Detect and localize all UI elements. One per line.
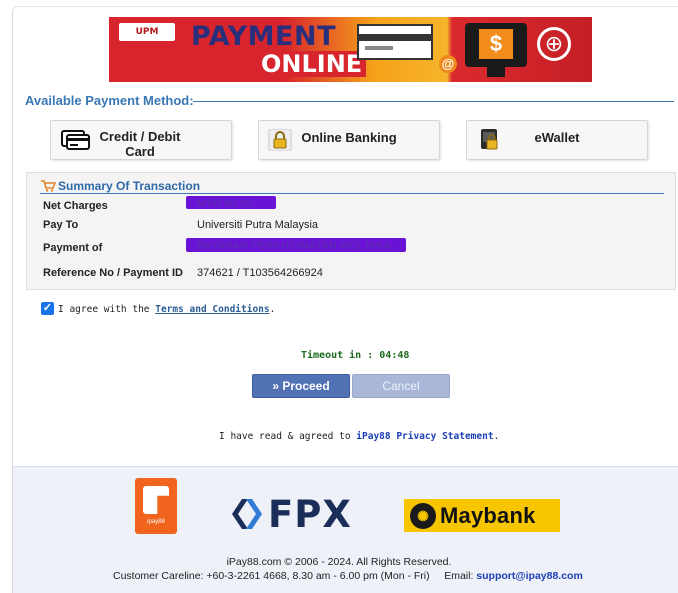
customer-careline: Customer Careline: +60-3-2261 4668, 8.30… bbox=[113, 570, 583, 582]
payment-online-banner: UPM PAYMENT ONLINE @ $ ⊕ bbox=[109, 17, 592, 82]
privacy-link[interactable]: iPay88 Privacy Statement bbox=[356, 431, 493, 442]
available-payment-method-heading: Available Payment Method: bbox=[25, 93, 194, 108]
globe-icon: ⊕ bbox=[537, 27, 571, 61]
credit-debit-card-button[interactable]: Credit / Debit Card bbox=[50, 120, 232, 160]
credit-debit-card-label-line2: Card bbox=[125, 144, 155, 159]
fpx-logo: FPX bbox=[230, 492, 352, 536]
privacy-prefix: I have read & agreed to bbox=[219, 431, 357, 442]
email-label: Email: bbox=[444, 570, 477, 582]
online-banking-button[interactable]: Online Banking bbox=[258, 120, 440, 160]
reference-label: Reference No / Payment ID bbox=[43, 267, 183, 279]
reference-value: 374621 / T103564266924 bbox=[197, 267, 323, 279]
ipay88-logo-label: ipay88 bbox=[147, 519, 165, 525]
heading-divider bbox=[193, 101, 674, 102]
summary-divider bbox=[40, 193, 664, 194]
ipay88-logo: ipay88 bbox=[135, 478, 177, 534]
credit-card-graphic bbox=[357, 24, 433, 60]
net-charges-value: MYR 80.00 bbox=[197, 198, 253, 210]
pay-to-label: Pay To bbox=[43, 219, 79, 231]
terms-link[interactable]: Terms and Conditions bbox=[155, 304, 269, 315]
maybank-wordmark: Maybank bbox=[440, 502, 536, 528]
maybank-tiger-icon: ✺ bbox=[410, 502, 436, 529]
agree-suffix: . bbox=[269, 304, 276, 315]
monitor-stand bbox=[487, 67, 505, 77]
timeout-label: Timeout in : bbox=[301, 350, 380, 361]
cancel-button[interactable]: Cancel bbox=[352, 374, 450, 398]
privacy-statement-text: I have read & agreed to iPay88 Privacy S… bbox=[219, 431, 499, 442]
proceed-button[interactable]: » Proceed bbox=[252, 374, 350, 398]
credit-card-icon bbox=[61, 130, 90, 150]
wallet-icon bbox=[481, 129, 498, 150]
upm-logo: UPM bbox=[119, 23, 175, 41]
careline-text: Customer Careline: +60-3-2261 4668, 8.30… bbox=[113, 570, 430, 582]
maybank-logo: ✺ Maybank bbox=[404, 499, 560, 532]
monitor-icon: $ bbox=[465, 23, 527, 67]
privacy-suffix: . bbox=[493, 431, 500, 442]
banner-title-line2: ONLINE bbox=[257, 51, 367, 77]
timeout-text: Timeout in : 04:48 bbox=[301, 350, 409, 361]
copyright-text: iPay88.com © 2006 - 2024. All Rights Res… bbox=[226, 556, 452, 568]
ewallet-label: eWallet bbox=[534, 130, 580, 145]
timeout-value: 04:48 bbox=[379, 350, 410, 361]
online-banking-label: Online Banking bbox=[301, 130, 397, 145]
agree-checkbox[interactable]: ✓ bbox=[41, 302, 54, 315]
fpx-wordmark: FPX bbox=[268, 492, 352, 536]
credit-debit-card-label-line1: Credit / Debit bbox=[99, 129, 181, 144]
summary-title: Summary Of Transaction bbox=[58, 179, 201, 193]
shopping-cart-icon bbox=[41, 180, 56, 192]
payment-of-value: BAYARAN PERKHIDMATAN MCL IKKA bbox=[197, 240, 391, 252]
fpx-chevron-icon bbox=[232, 499, 262, 529]
ewallet-button[interactable]: eWallet bbox=[466, 120, 648, 160]
pay-to-value: Universiti Putra Malaysia bbox=[197, 219, 319, 231]
support-email-link[interactable]: support@ipay88.com bbox=[476, 570, 583, 582]
lock-icon bbox=[268, 129, 292, 151]
agree-prefix: I agree with the bbox=[58, 304, 156, 315]
agree-text: I agree with the Terms and Conditions. bbox=[58, 304, 275, 315]
net-charges-label: Net Charges bbox=[43, 200, 108, 212]
payment-of-label: Payment of bbox=[43, 242, 103, 254]
at-sign-icon: @ bbox=[439, 55, 457, 73]
banner-title-line1: PAYMENT bbox=[191, 21, 336, 52]
